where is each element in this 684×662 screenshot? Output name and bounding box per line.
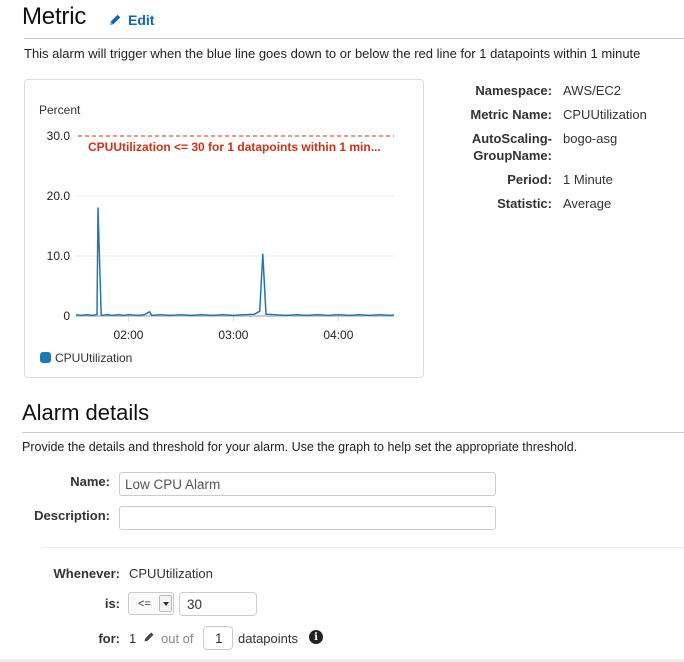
edit-metric-link[interactable]: Edit (108, 12, 154, 28)
metric-divider (24, 38, 684, 39)
edit-label: Edit (128, 12, 155, 28)
metric-properties: Namespace: AWS/EC2 Metric Name: CPUUtili… (440, 82, 684, 219)
is-label: is: (104, 596, 120, 611)
y-tick-label: 10.0 (47, 249, 71, 263)
threshold-label: CPUUtilization <= 30 for 1 datapoints wi… (88, 140, 381, 154)
datapoints-to-alarm-value: 1 (129, 631, 137, 646)
statistic-value: Average (563, 196, 612, 211)
condition-divider-top (42, 547, 684, 548)
alarm-details-title: Alarm details (22, 400, 150, 425)
info-icon[interactable]: i (309, 630, 323, 644)
whenever-label: Whenever: (53, 566, 120, 581)
alarm-description-input[interactable] (119, 506, 496, 530)
alarm-details-divider (22, 432, 684, 433)
y-axis-label: Percent (39, 103, 81, 117)
period-value: 1 Minute (563, 172, 613, 187)
alarm-trigger-description: This alarm will trigger when the blue li… (24, 46, 641, 61)
prop-row-namespace: Namespace: AWS/EC2 (440, 82, 684, 99)
metric-chart: Percent 0 10.0 20.0 30.0 02:00 03:00 04:00 CPUUt… (24, 79, 424, 378)
edit-datapoints-pencil-icon[interactable] (143, 631, 155, 643)
namespace-value: AWS/EC2 (563, 83, 622, 98)
asg-name-label-line2: GroupName: (473, 148, 552, 163)
chart-svg: Percent 0 10.0 20.0 30.0 02:00 03:00 04:00 CPUUt… (39, 103, 395, 365)
name-label: Name: (70, 474, 110, 489)
statistic-label: Statistic: (497, 196, 552, 211)
period-label: Period: (507, 172, 552, 187)
comparison-operator-select[interactable]: <= (128, 592, 174, 615)
asg-name-label: AutoScaling- GroupName: (440, 130, 563, 164)
out-of-label: out of (161, 631, 194, 646)
metric-name-value: CPUUtilization (563, 107, 647, 122)
datapoints-label: datapoints (238, 631, 298, 646)
alarm-name-input[interactable] (119, 472, 496, 496)
threshold-input[interactable]: 30 (179, 592, 257, 616)
prop-row-period: Period: 1 Minute (440, 171, 684, 188)
evaluation-periods-input[interactable]: 1 (203, 626, 233, 650)
legend-swatch (40, 352, 51, 363)
metric-section-title: Metric (22, 3, 87, 30)
y-tick-label: 0 (63, 309, 70, 323)
asg-name-label-line1: AutoScaling- (471, 131, 552, 146)
asg-name-value: bogo-asg (563, 131, 618, 146)
y-tick-label: 30.0 (47, 129, 71, 143)
legend-label: CPUUtilization (55, 351, 132, 365)
pencil-icon (109, 14, 121, 26)
series-line-cpuutilization (75, 207, 395, 317)
y-tick-label: 20.0 (47, 189, 71, 203)
description-label: Description: (34, 508, 110, 523)
prop-row-metric-name: Metric Name: CPUUtilization (440, 106, 684, 123)
x-tick-label: 02:00 (113, 328, 143, 342)
x-tick-label: 03:00 (218, 328, 248, 342)
x-tick-label: 04:00 (323, 328, 353, 342)
namespace-label: Namespace: (475, 83, 552, 98)
alarm-details-description: Provide the details and threshold for yo… (22, 440, 578, 454)
whenever-metric-value: CPUUtilization (129, 566, 213, 581)
prop-row-asg-name: AutoScaling- GroupName: bogo-asg (440, 130, 684, 164)
metric-name-label: Metric Name: (470, 107, 552, 122)
dropdown-arrow-icon (159, 595, 172, 612)
for-label: for: (98, 631, 120, 646)
operator-value: <= (138, 597, 151, 610)
prop-row-statistic: Statistic: Average (440, 195, 684, 212)
